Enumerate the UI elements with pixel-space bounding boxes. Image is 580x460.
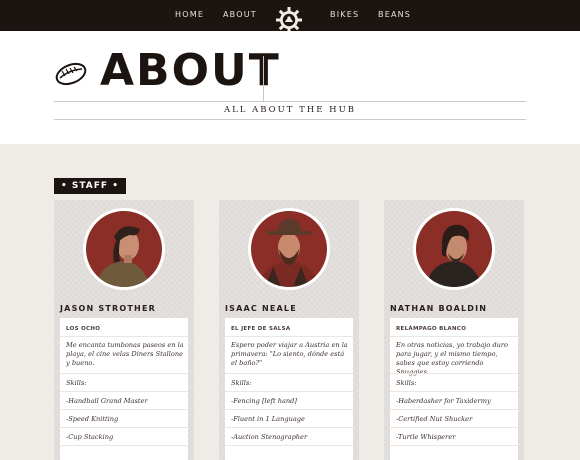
staff-role: LOS OCHO	[66, 326, 101, 332]
gear-cog-logo-icon	[276, 7, 302, 33]
row-divider	[225, 373, 353, 374]
skill-item: -Handball Grand Master	[66, 397, 148, 405]
row-divider	[225, 391, 353, 392]
staff-info-panel: LOS OCHO Me encanta tumbonas paseos en l…	[60, 318, 188, 460]
title-divider	[263, 56, 264, 102]
avatar	[416, 211, 492, 287]
page-tagline: ALL ABOUT THE HUB	[224, 105, 356, 115]
staff-description: Me encanta tumbonas paseos en la playa, …	[66, 341, 184, 367]
skill-item: -Turtle Whisperer	[396, 433, 456, 441]
row-divider	[60, 336, 188, 337]
skill-item: -Haberdasher for Taxidermy	[396, 397, 491, 405]
page-header: ABOUT ALL ABOUT THE HUB	[0, 31, 580, 144]
staff-role: RELÁMPAGO BLANCO	[396, 326, 467, 332]
skill-item: -Fluent in 1 Language	[231, 415, 305, 423]
skill-item: -Fencing [left hand]	[231, 397, 297, 405]
row-divider	[60, 445, 188, 446]
avatar	[86, 211, 162, 287]
staff-name: JASON STROTHER	[60, 304, 156, 313]
staff-card: ISAAC NEALE EL JEFE DE SALSA Espero pode…	[219, 200, 359, 460]
row-divider	[390, 409, 518, 410]
row-divider	[60, 409, 188, 410]
skill-item: -Certified Nut Shucker	[396, 415, 473, 423]
staff-name: NATHAN BOALDIN	[390, 304, 488, 313]
row-divider	[225, 409, 353, 410]
row-divider	[225, 445, 353, 446]
avatar-frame	[413, 208, 495, 290]
divider-bottom	[54, 119, 526, 120]
row-divider	[60, 391, 188, 392]
staff-card: JASON STROTHER LOS OCHO Me encanta tumbo…	[54, 200, 194, 460]
row-divider	[390, 336, 518, 337]
nav-beans-link[interactable]: BEANS	[378, 10, 411, 19]
staff-card: NATHAN BOALDIN RELÁMPAGO BLANCO En otras…	[384, 200, 524, 460]
staff-description: En otras noticias, yo trabajo duro para …	[396, 341, 508, 376]
row-divider	[390, 391, 518, 392]
avatar-frame	[83, 208, 165, 290]
row-divider	[60, 427, 188, 428]
row-divider	[390, 427, 518, 428]
skill-item: -Cup Stacking	[66, 433, 114, 441]
skill-item: -Auction Stenographer	[231, 433, 308, 441]
row-divider	[225, 336, 353, 337]
staff-name: ISAAC NEALE	[225, 304, 297, 313]
avatar-frame	[248, 208, 330, 290]
row-divider	[225, 427, 353, 428]
page-title: ABOUT	[100, 45, 281, 96]
nav-bikes-link[interactable]: BIKES	[330, 10, 359, 19]
row-divider	[60, 373, 188, 374]
skills-label: Skills:	[396, 379, 417, 387]
staff-section-badge: • STAFF •	[54, 178, 126, 194]
row-divider	[390, 445, 518, 446]
nav-home-link[interactable]: HOME	[175, 10, 204, 19]
row-divider	[390, 373, 518, 374]
nav-about-link[interactable]: ABOUT	[223, 10, 257, 19]
staff-role: EL JEFE DE SALSA	[231, 326, 291, 332]
avatar	[251, 211, 327, 287]
coffee-bean-icon	[55, 62, 87, 86]
staff-info-panel: EL JEFE DE SALSA Espero poder viajar a A…	[225, 318, 353, 460]
staff-info-panel: RELÁMPAGO BLANCO En otras noticias, yo t…	[390, 318, 518, 460]
skill-item: -Speed Knitting	[66, 415, 119, 423]
skills-label: Skills:	[66, 379, 87, 387]
divider-top	[54, 101, 526, 102]
staff-description: Espero poder viajar a Austria en la prim…	[231, 341, 348, 367]
skills-label: Skills:	[231, 379, 252, 387]
